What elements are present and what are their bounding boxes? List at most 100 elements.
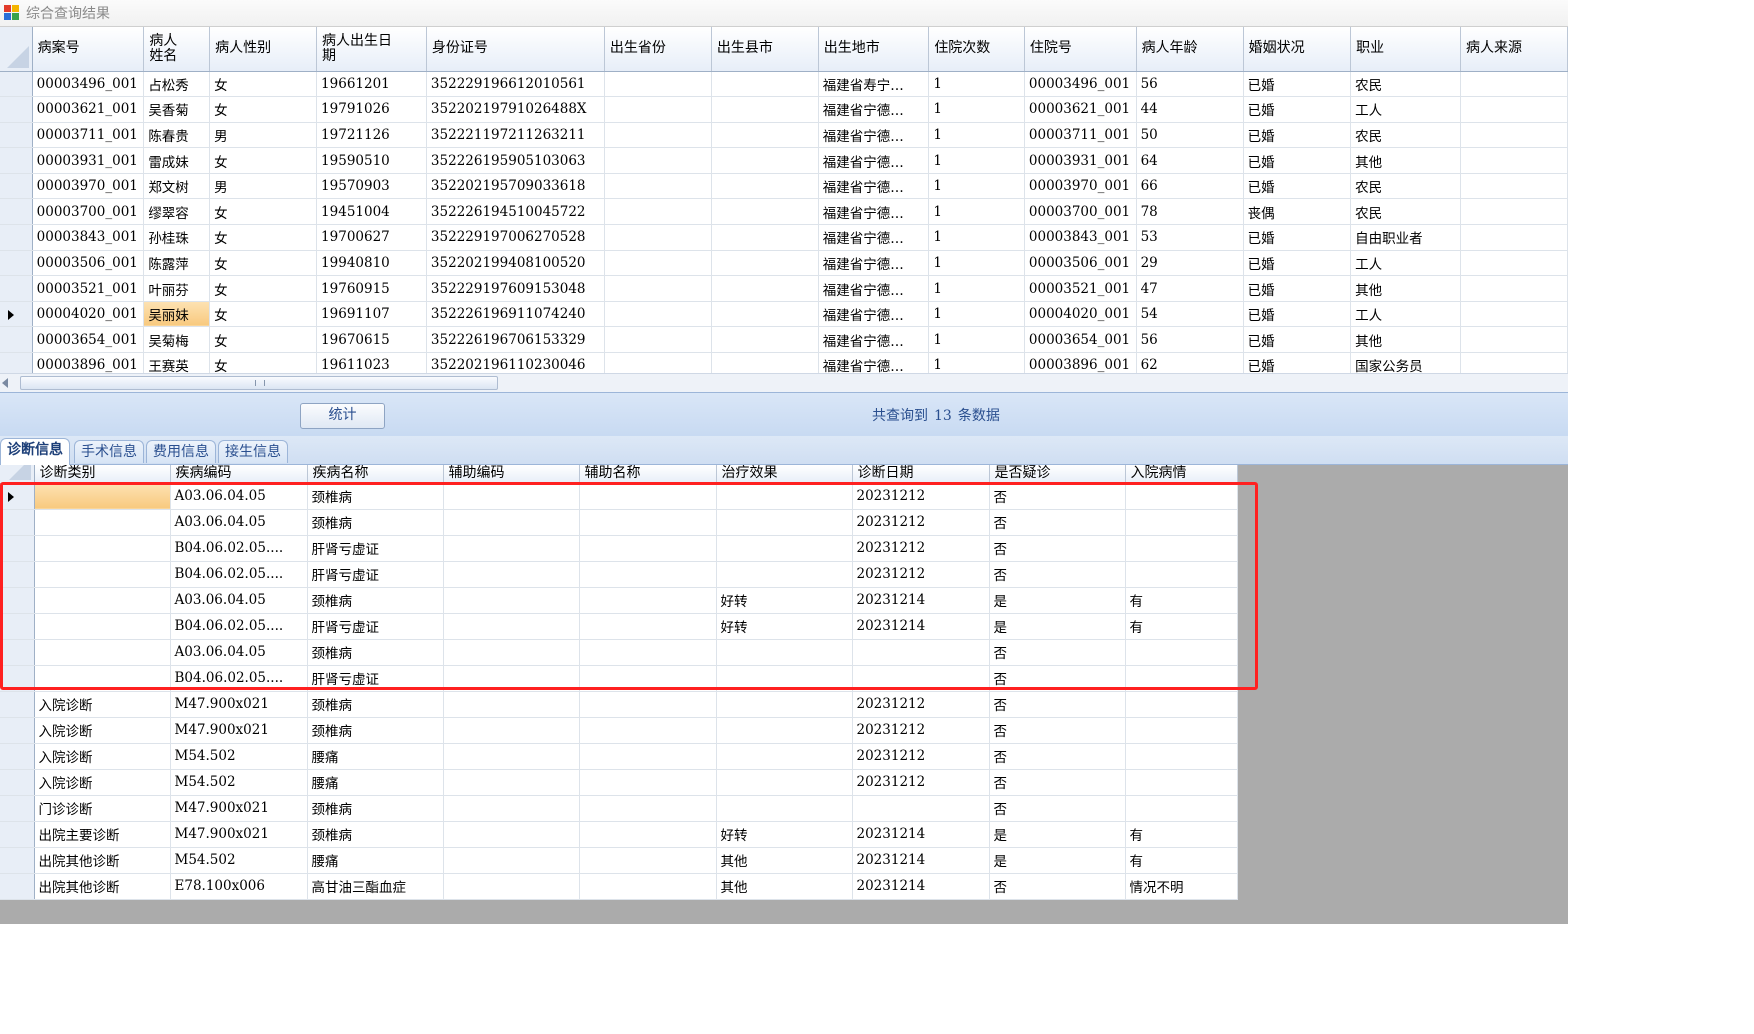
diagnosis-cell-aux-name[interactable] <box>579 483 717 510</box>
patient-cell-id-number[interactable]: 352202199408100520 <box>426 250 605 277</box>
table-row[interactable]: A03.06.04.05 颈椎病 20231212 否 <box>0 483 1238 510</box>
patient-cell-age[interactable]: 50 <box>1136 122 1244 149</box>
patient-cell-marital-status[interactable]: 已婚 <box>1243 250 1352 277</box>
patient-cell-birth-city[interactable]: 福建省宁德… <box>818 122 930 149</box>
patient-cell-inpatient-no[interactable]: 00003711_001 <box>1024 122 1137 149</box>
diagnosis-cell-disease-name[interactable]: 腰痛 <box>307 847 444 874</box>
patient-cell-source[interactable] <box>1460 250 1568 277</box>
patient-cell-birth-date[interactable]: 19451004 <box>316 198 427 226</box>
diagnosis-cell-disease-name[interactable]: 肝肾亏虚证 <box>307 535 444 562</box>
patient-cell-occupation[interactable]: 国家公务员 <box>1350 352 1461 373</box>
diagnosis-cell-aux-code[interactable] <box>443 795 580 822</box>
row-header[interactable] <box>0 873 35 900</box>
patient-cell-record-no[interactable]: 00003521_001 <box>32 275 145 302</box>
patient-cell-birth-province[interactable] <box>604 352 712 373</box>
diagnosis-cell-disease-code[interactable]: B04.06.02.05.... <box>170 535 308 562</box>
diagnosis-cell-diagnosis-date[interactable]: 20231212 <box>852 769 990 796</box>
patient-header-admission-count[interactable]: 住院次数 <box>928 27 1025 72</box>
patient-cell-record-no[interactable]: 00003496_001 <box>32 71 145 98</box>
diagnosis-header-disease-code[interactable]: 疾病编码 <box>170 465 308 484</box>
diagnosis-cell-disease-code[interactable]: A03.06.04.05 <box>170 639 308 666</box>
diagnosis-cell-category[interactable]: 入院诊断 <box>34 769 171 796</box>
diagnosis-cell-disease-code[interactable]: M47.900x021 <box>170 795 308 822</box>
patient-cell-occupation[interactable]: 自由职业者 <box>1350 224 1461 251</box>
patient-cell-name[interactable]: 吴菊梅 <box>143 326 211 354</box>
row-header[interactable] <box>0 821 35 848</box>
patient-cell-name[interactable]: 陈露萍 <box>143 250 211 277</box>
diagnosis-cell-aux-name[interactable] <box>579 535 717 562</box>
patient-cell-name[interactable]: 占松秀 <box>143 71 211 98</box>
patient-cell-occupation[interactable]: 其他 <box>1350 275 1461 302</box>
diagnosis-cell-disease-name[interactable]: 颈椎病 <box>307 639 444 666</box>
diagnosis-cell-disease-name[interactable]: 颈椎病 <box>307 509 444 536</box>
diagnosis-cell-outcome[interactable] <box>716 665 853 692</box>
diagnosis-cell-disease-code[interactable]: M47.900x021 <box>170 717 308 744</box>
diagnosis-cell-disease-name[interactable]: 颈椎病 <box>307 587 444 614</box>
diagnosis-cell-aux-name[interactable] <box>579 769 717 796</box>
row-header[interactable] <box>0 483 35 510</box>
table-row[interactable]: 入院诊断 M47.900x021 颈椎病 20231212 否 <box>0 691 1238 718</box>
row-header[interactable] <box>0 717 35 744</box>
diagnosis-cell-diagnosis-date[interactable] <box>852 665 990 692</box>
diagnosis-cell-suspected[interactable]: 否 <box>989 509 1126 536</box>
diagnosis-cell-disease-code[interactable]: A03.06.04.05 <box>170 483 308 510</box>
patient-cell-gender[interactable]: 女 <box>209 96 318 123</box>
patient-cell-marital-status[interactable]: 已婚 <box>1243 275 1352 302</box>
diagnosis-cell-aux-name[interactable] <box>579 613 717 640</box>
diagnosis-cell-aux-name[interactable] <box>579 639 717 666</box>
patient-cell-id-number[interactable]: 352226196706153329 <box>426 326 605 354</box>
diagnosis-cell-category[interactable] <box>34 561 171 588</box>
patient-cell-inpatient-no[interactable]: 00004020_001 <box>1024 301 1137 328</box>
diagnosis-cell-disease-code[interactable]: M47.900x021 <box>170 821 308 848</box>
row-header[interactable] <box>0 352 33 373</box>
patient-cell-age[interactable]: 64 <box>1136 147 1244 174</box>
patient-cell-marital-status[interactable]: 已婚 <box>1243 352 1352 373</box>
table-row[interactable]: 00003931_001 雷成妹女 19590510 3522261959051030… <box>0 147 1568 174</box>
row-header[interactable] <box>0 613 35 640</box>
patient-cell-id-number[interactable]: 352226194510045722 <box>426 198 605 226</box>
diagnosis-cell-suspected[interactable]: 是 <box>989 613 1126 640</box>
diagnosis-cell-category[interactable] <box>34 535 171 562</box>
patient-cell-marital-status[interactable]: 丧偶 <box>1243 198 1352 226</box>
patient-cell-birth-city[interactable]: 福建省寿宁… <box>818 71 930 98</box>
patient-cell-birth-province[interactable] <box>604 147 712 174</box>
row-header[interactable] <box>0 122 33 149</box>
table-row[interactable]: A03.06.04.05 颈椎病 否 <box>0 639 1238 666</box>
diagnosis-cell-suspected[interactable]: 否 <box>989 873 1126 900</box>
patient-cell-marital-status[interactable]: 已婚 <box>1243 301 1352 328</box>
patient-cell-birth-city[interactable]: 福建省宁德… <box>818 147 930 174</box>
diagnosis-cell-outcome[interactable]: 好转 <box>716 587 853 614</box>
diagnosis-cell-diagnosis-date[interactable] <box>852 795 990 822</box>
diagnosis-cell-disease-code[interactable]: E78.100x006 <box>170 873 308 900</box>
patient-cell-name[interactable]: 缪翠容 <box>143 198 211 226</box>
patient-cell-source[interactable] <box>1460 96 1568 123</box>
patient-cell-id-number[interactable]: 352229197609153048 <box>426 275 605 302</box>
patient-cell-record-no[interactable]: 00003896_001 <box>32 352 145 373</box>
patient-cell-name[interactable]: 郑文树 <box>143 173 211 200</box>
patient-cell-record-no[interactable]: 00003700_001 <box>32 198 145 226</box>
diagnosis-cell-disease-name[interactable]: 腰痛 <box>307 769 444 796</box>
tab-delivery[interactable]: 接生信息 <box>218 440 288 463</box>
diagnosis-cell-outcome[interactable] <box>716 717 853 744</box>
row-header[interactable] <box>0 147 33 174</box>
patient-cell-admission-count[interactable]: 1 <box>928 275 1025 302</box>
diagnosis-cell-admission-condition[interactable] <box>1125 639 1238 666</box>
patient-cell-age[interactable]: 44 <box>1136 96 1244 123</box>
diagnosis-cell-aux-name[interactable] <box>579 821 717 848</box>
row-header[interactable] <box>0 639 35 666</box>
diagnosis-cell-suspected[interactable]: 否 <box>989 483 1126 510</box>
diagnosis-cell-category[interactable]: 出院其他诊断 <box>34 847 171 874</box>
patient-cell-birth-county[interactable] <box>711 301 819 328</box>
patient-cell-gender[interactable]: 女 <box>209 301 318 328</box>
diagnosis-cell-admission-condition[interactable] <box>1125 561 1238 588</box>
row-header[interactable] <box>0 301 33 328</box>
diagnosis-cell-aux-code[interactable] <box>443 535 580 562</box>
diagnosis-cell-disease-name[interactable]: 颈椎病 <box>307 483 444 510</box>
table-row[interactable]: B04.06.02.05.... 肝肾亏虚证 好转 20231214 是有 <box>0 613 1238 640</box>
diagnosis-header-disease-name[interactable]: 疾病名称 <box>307 465 444 484</box>
diagnosis-cell-outcome[interactable]: 好转 <box>716 821 853 848</box>
patient-header-birth-province[interactable]: 出生省份 <box>604 27 712 72</box>
diagnosis-cell-diagnosis-date[interactable]: 20231212 <box>852 561 990 588</box>
patient-cell-marital-status[interactable]: 已婚 <box>1243 122 1352 149</box>
diagnosis-cell-diagnosis-date[interactable]: 20231212 <box>852 691 990 718</box>
